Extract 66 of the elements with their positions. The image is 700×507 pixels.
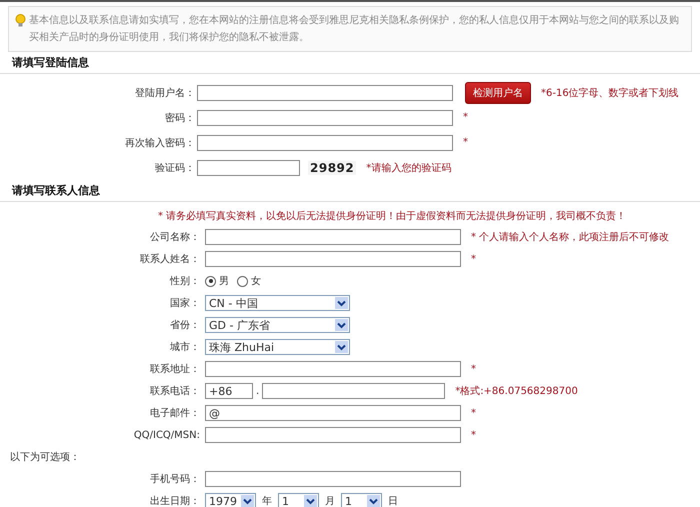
field-label: 手机号码：: [149, 472, 201, 486]
check-username-button[interactable]: 检测用户名: [465, 82, 531, 104]
input-field[interactable]: [205, 251, 461, 267]
hint-text: *: [471, 254, 476, 264]
hint-text: *: [471, 364, 476, 374]
field-label: 验证码：: [154, 162, 196, 174]
field-label: 出生日期：: [149, 494, 201, 507]
input-field[interactable]: [197, 84, 453, 100]
hint-text: *: [471, 408, 476, 418]
field-label: 省份：: [169, 318, 201, 332]
radio-label: 男: [219, 275, 229, 288]
hint-text: *: [463, 137, 468, 148]
warning-text: * 请务必填写真实资料，以免以后无法提供身份证明！由于虚假资料而无法提供身份证明，我司概不负责！: [157, 210, 628, 224]
field-label: 公司名称：: [149, 231, 201, 244]
hint-text: *: [471, 430, 476, 440]
dropdown[interactable]: 1979: [205, 493, 256, 507]
radio-button[interactable]: [205, 276, 216, 286]
hint-text: * 个人请输入个人名称，此项注册后不可修改: [471, 230, 670, 244]
dropdown-arrow-icon[interactable]: [335, 341, 348, 353]
captcha-image: 29892: [308, 160, 356, 174]
lightbulb-icon: [15, 14, 26, 27]
dropdown-arrow-icon[interactable]: [367, 495, 380, 507]
hint-text: *6-16位字母、数字或者下划线: [541, 86, 679, 100]
input-field[interactable]: [205, 471, 461, 487]
input-field[interactable]: +86: [205, 383, 253, 399]
hint-text: *: [463, 112, 468, 123]
dropdown[interactable]: GD - 广东省: [205, 317, 350, 333]
hint-text: *格式:+86.07568298700: [455, 384, 578, 398]
field-label: 性别：: [168, 274, 201, 288]
field-label: 联系地址：: [149, 362, 201, 376]
field-label: 国家：: [169, 296, 201, 310]
separator-text: .: [256, 386, 260, 396]
dropdown[interactable]: 1: [341, 493, 382, 507]
field-label: 联系人姓名：: [139, 252, 201, 266]
unit-label: 日: [388, 495, 398, 507]
unit-label: 年: [262, 495, 272, 507]
input-field[interactable]: [205, 229, 461, 245]
dropdown[interactable]: 1: [278, 493, 319, 507]
field-label: 密码：: [164, 112, 196, 124]
dropdown-arrow-icon[interactable]: [335, 319, 348, 331]
dropdown-arrow-icon[interactable]: [335, 297, 348, 309]
input-field[interactable]: [262, 383, 446, 399]
dropdown[interactable]: 珠海 ZhuHai: [205, 339, 350, 355]
radio-label: 女: [251, 275, 261, 288]
section-label: 以下为可选项：: [9, 450, 81, 465]
dropdown-arrow-icon[interactable]: [241, 495, 254, 507]
input-field[interactable]: [197, 134, 453, 150]
input-field[interactable]: @: [205, 405, 461, 421]
dropdown-arrow-icon[interactable]: [304, 495, 317, 507]
field-label: 城市：: [169, 340, 201, 354]
unit-label: 月: [325, 495, 335, 507]
field-label: QQ/ICQ/MSN:: [132, 430, 201, 440]
input-field[interactable]: [197, 110, 453, 126]
section-heading: 请填写联系人信息: [0, 180, 700, 202]
field-label: 联系电话：: [149, 384, 201, 398]
hint-text: *请输入您的验证码: [366, 162, 452, 174]
section-heading: 请填写登陆信息: [0, 52, 700, 74]
input-field[interactable]: [197, 160, 300, 176]
input-field[interactable]: [205, 361, 461, 377]
field-label: 再次输入密码：: [124, 136, 196, 150]
input-field[interactable]: [205, 427, 461, 443]
field-label: 电子邮件：: [149, 406, 201, 420]
field-label: 登陆用户名：: [134, 86, 196, 100]
radio-button[interactable]: [237, 276, 248, 286]
notice-text: 基本信息以及联系信息请如实填写，您在本网站的注册信息将会受到雅思尼克相关隐私条例保护，您的私人信息仅用于本网站与您之间的联系以及购买相关产品时的身份证明使用，我们将保护您的隐私不被泄露。: [29, 14, 680, 45]
dropdown[interactable]: CN - 中国: [205, 295, 350, 311]
